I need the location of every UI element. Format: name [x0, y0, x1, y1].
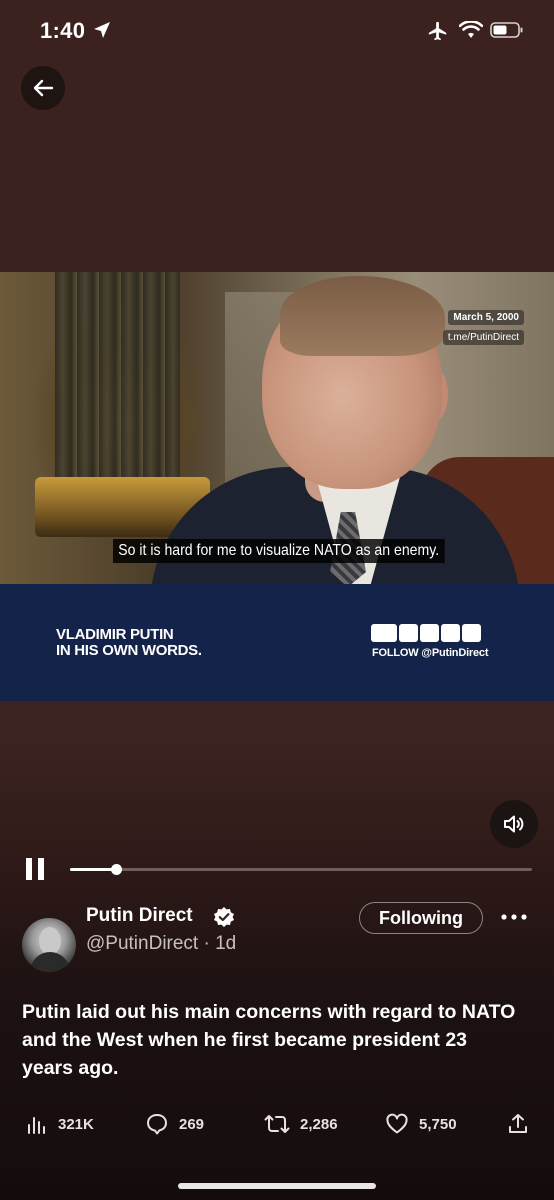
- back-button[interactable]: [21, 66, 65, 110]
- twitter-icon: [399, 624, 418, 642]
- status-time: 1:40: [40, 18, 86, 43]
- pause-button[interactable]: [24, 858, 46, 882]
- retweet-icon: [264, 1115, 290, 1133]
- video-player[interactable]: March 5, 2000 t.me/PutinDirect So it is …: [0, 272, 554, 701]
- video-date-overlay: March 5, 2000: [448, 310, 524, 325]
- retweet-count: 2,286: [300, 1115, 338, 1133]
- status-bar: 1:40: [0, 0, 554, 60]
- arrow-left-icon: [33, 79, 54, 97]
- tweet-actions: 321K 269 2,286 5,750: [0, 1110, 554, 1140]
- retweet-action[interactable]: 2,286: [264, 1110, 338, 1138]
- video-subtitle: So it is hard for me to visualize NATO a…: [113, 539, 445, 563]
- pause-icon-bar-left: [26, 858, 32, 880]
- avatar-body: [30, 952, 70, 972]
- telegram-icon: [420, 624, 439, 642]
- reply-bubble-icon: [147, 1114, 167, 1135]
- video-banner: VLADIMIR PUTIN IN HIS OWN WORDS. FOLLOW …: [0, 584, 554, 701]
- wifi-icon: [459, 21, 483, 38]
- facebook-icon: [441, 624, 460, 642]
- scene-column: [55, 272, 180, 502]
- location-arrow-icon: [94, 22, 110, 38]
- avatar-face: [39, 927, 61, 955]
- video-channel-overlay: t.me/PutinDirect: [442, 330, 524, 345]
- avatar[interactable]: [22, 918, 76, 972]
- views-count: 321K: [58, 1115, 94, 1133]
- views-chart-icon: [28, 1117, 45, 1134]
- instagram-icon: [462, 624, 481, 642]
- tweet-time: · 1d: [203, 933, 237, 954]
- home-indicator[interactable]: [178, 1183, 376, 1189]
- volume-button[interactable]: [490, 800, 538, 848]
- scene-hair: [280, 276, 445, 356]
- progress-fill: [70, 868, 117, 871]
- video-frame-image: March 5, 2000 t.me/PutinDirect So it is …: [0, 272, 554, 607]
- progress-bar[interactable]: [70, 864, 532, 875]
- share-action[interactable]: [507, 1110, 529, 1138]
- author-handle-row: @PutinDirect · 1d: [86, 933, 236, 955]
- heart-icon: [386, 1113, 408, 1134]
- airplane-mode-icon: [428, 21, 447, 41]
- like-count: 5,750: [419, 1115, 457, 1133]
- banner-title-line2: IN HIS OWN WORDS.: [56, 642, 202, 659]
- verified-badge-icon: [214, 907, 234, 927]
- youtube-icon: [371, 624, 397, 642]
- author-handle[interactable]: @PutinDirect: [86, 933, 198, 954]
- speaker-icon: [504, 815, 524, 833]
- tweet-text: Putin laid out his main concerns with re…: [22, 1001, 516, 1079]
- banner-social-icons: [371, 624, 481, 642]
- reply-action[interactable]: 269: [145, 1110, 204, 1138]
- pause-icon-bar-right: [38, 858, 44, 880]
- views-action[interactable]: 321K: [26, 1110, 94, 1138]
- share-icon: [509, 1114, 527, 1133]
- like-action[interactable]: 5,750: [385, 1110, 457, 1138]
- banner-follow-text: FOLLOW @PutinDirect: [372, 647, 489, 659]
- following-button[interactable]: Following: [359, 902, 483, 934]
- battery-icon: [490, 22, 523, 38]
- banner-title: VLADIMIR PUTIN IN HIS OWN WORDS.: [56, 627, 256, 659]
- banner-title-line1: VLADIMIR PUTIN: [56, 626, 174, 643]
- more-options-icon[interactable]: [500, 913, 528, 921]
- reply-count: 269: [179, 1115, 205, 1133]
- author-name[interactable]: Putin Direct: [86, 905, 193, 927]
